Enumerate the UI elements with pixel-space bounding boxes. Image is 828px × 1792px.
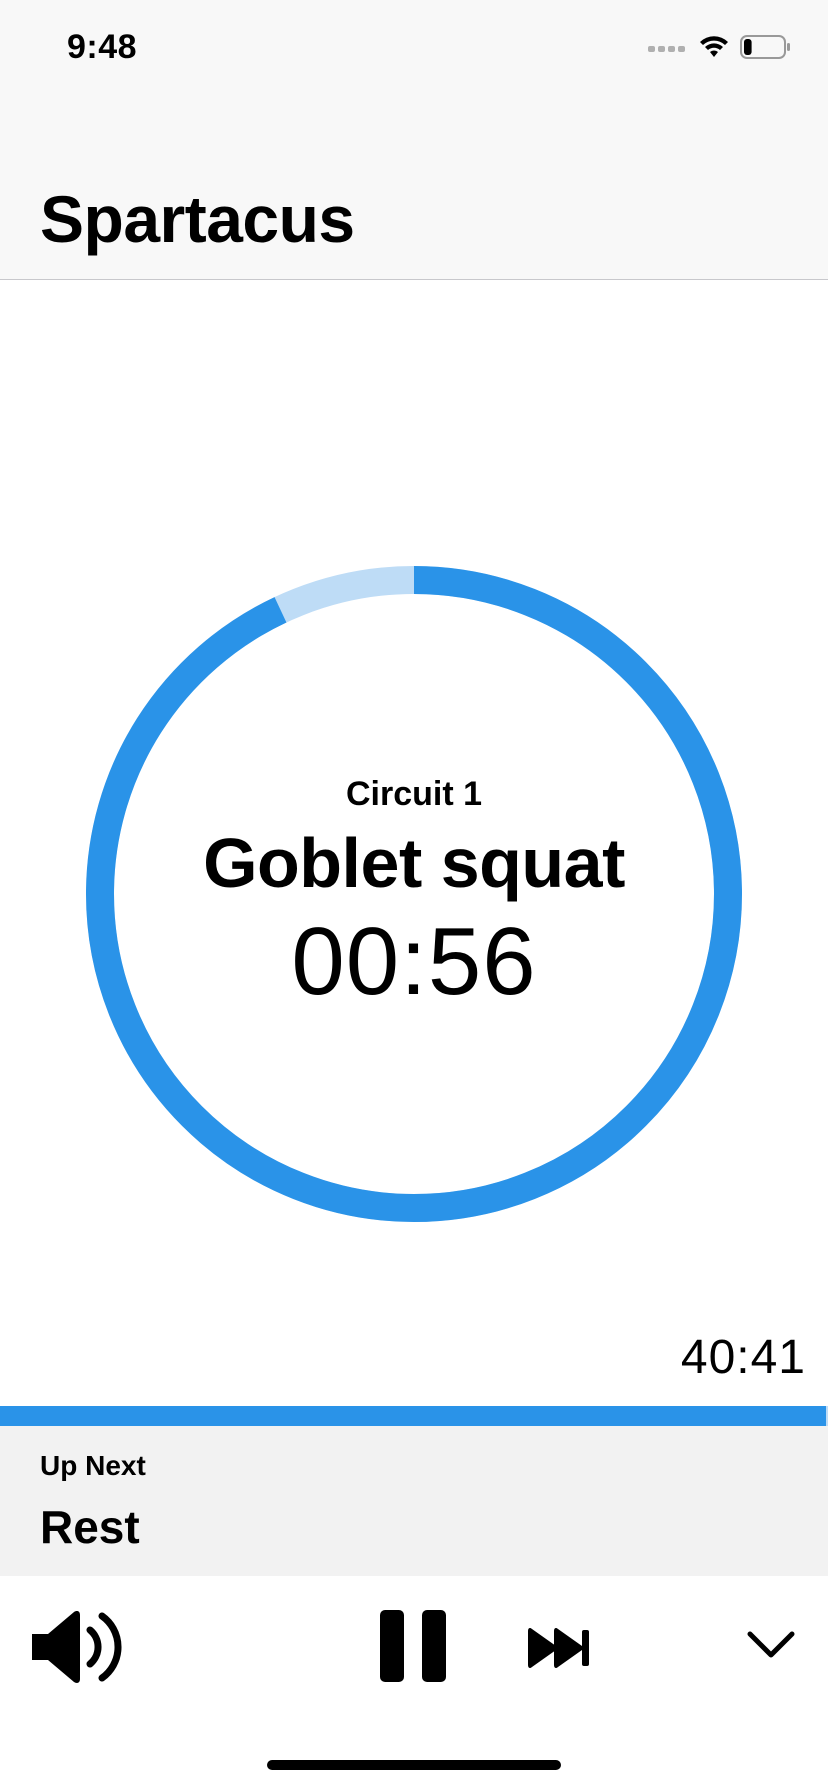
wifi-icon <box>698 34 730 65</box>
total-workout-time: 40:41 <box>680 1331 806 1384</box>
workout-screen: 9:48 Spartacus Circuit 1 Goblet squat 00… <box>0 0 828 1792</box>
speaker-icon[interactable] <box>30 1608 128 1691</box>
status-icons <box>648 34 792 64</box>
status-bar: 9:48 <box>0 0 828 100</box>
player-toolbar <box>0 1576 828 1716</box>
pause-icon[interactable] <box>380 1610 446 1687</box>
exercise-timer-ring: Circuit 1 Goblet squat 00:56 <box>85 565 743 1223</box>
chevron-down-icon[interactable] <box>746 1630 796 1665</box>
exercise-countdown: 00:56 <box>291 908 537 1015</box>
workout-progress-bar <box>0 1406 828 1426</box>
skip-forward-icon[interactable] <box>526 1627 590 1673</box>
cellular-signal-icon <box>648 40 688 58</box>
circuit-label: Circuit 1 <box>345 775 483 813</box>
up-next-exercise: Rest <box>40 1501 140 1553</box>
status-time: 9:48 <box>67 28 138 66</box>
exercise-name: Goblet squat <box>203 824 625 902</box>
home-indicator <box>267 1760 561 1770</box>
up-next-label: Up Next <box>40 1450 146 1481</box>
ring-center: Circuit 1 Goblet squat 00:56 <box>85 565 743 1223</box>
workout-progress-fill <box>0 1406 827 1426</box>
up-next-panel[interactable]: Up Next Rest <box>0 1426 828 1576</box>
battery-icon <box>740 34 792 65</box>
nav-header: 9:48 Spartacus <box>0 0 828 280</box>
page-title: Spartacus <box>40 182 355 256</box>
